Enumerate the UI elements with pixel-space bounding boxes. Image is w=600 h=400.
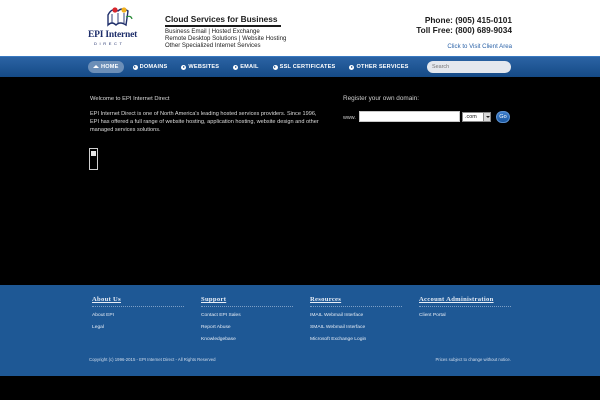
main-content: Welcome to EPI Internet Direct EPI Inter… bbox=[0, 78, 600, 285]
domain-search-input[interactable] bbox=[359, 111, 460, 122]
footer-col-account-admin: Account Administration Client Portal bbox=[419, 296, 511, 318]
welcome-title: Welcome to EPI Internet Direct bbox=[90, 96, 170, 102]
nav-item-label: EMAIL bbox=[240, 64, 259, 70]
logo-wordmark: EPI Internet bbox=[88, 30, 138, 40]
nav-item-home[interactable]: HOME bbox=[88, 61, 124, 73]
footer-heading[interactable]: Resources bbox=[310, 296, 402, 303]
arrow-circle-icon bbox=[233, 64, 239, 70]
header: EPI Internet DIRECT Cloud Services for B… bbox=[0, 0, 600, 56]
nav-item-domains[interactable]: DOMAINS bbox=[128, 61, 173, 73]
footer-col-support: Support Contact EPI Sales Report Abuse K… bbox=[201, 296, 293, 342]
tagline-line: Remote Desktop Solutions | Website Hosti… bbox=[165, 35, 287, 42]
client-area-link[interactable]: Click to Visit Client Area bbox=[447, 43, 512, 50]
nav-item-label: SSL CERTIFICATES bbox=[279, 64, 336, 70]
tagline-list: Business Email | Hosted Exchange Remote … bbox=[165, 28, 287, 49]
nav-item-email[interactable]: EMAIL bbox=[228, 61, 263, 73]
logo-people-icon bbox=[107, 7, 133, 27]
main-nav: HOME DOMAINS WEBSITES EMAIL SSL CERTIFIC… bbox=[0, 56, 600, 77]
domain-go-button[interactable]: Go bbox=[496, 111, 510, 123]
nav-item-label: DOMAINS bbox=[139, 64, 168, 70]
nav-item-label: WEBSITES bbox=[188, 64, 220, 70]
footer-col-about: About Us About EPI Legal bbox=[92, 296, 184, 330]
tagline-line: Business Email | Hosted Exchange bbox=[165, 28, 260, 35]
domain-prefix-label: www. bbox=[343, 115, 356, 121]
footer-link-legal[interactable]: Legal bbox=[92, 325, 184, 330]
logo-subtext: DIRECT bbox=[94, 41, 125, 46]
nav-item-websites[interactable]: WEBSITES bbox=[176, 61, 224, 73]
welcome-text: EPI Internet Direct is one of North Amer… bbox=[90, 111, 319, 133]
arrow-circle-icon bbox=[349, 64, 355, 70]
footer-divider bbox=[310, 306, 402, 307]
copyright-text: Copyright (c) 1996-2015 - EPI Internet D… bbox=[89, 357, 216, 362]
footer-heading[interactable]: Account Administration bbox=[419, 296, 511, 303]
footer-link-imail-webmail[interactable]: IMAIL Webmail Interface bbox=[310, 313, 402, 318]
footer-link-smail-webmail[interactable]: SMAIL Webmail Interface bbox=[310, 325, 402, 330]
footer-divider bbox=[92, 306, 184, 307]
footer-heading[interactable]: Support bbox=[201, 296, 293, 303]
toll-free-number: Toll Free: (800) 689-9034 bbox=[416, 24, 512, 35]
footer-heading[interactable]: About Us bbox=[92, 296, 184, 303]
chevron-down-icon bbox=[483, 113, 490, 121]
footer-col-resources: Resources IMAIL Webmail Interface SMAIL … bbox=[310, 296, 402, 342]
arrow-circle-icon bbox=[272, 64, 278, 70]
nav-item-other-services[interactable]: OTHER SERVICES bbox=[344, 61, 413, 73]
tld-selected-value: .com bbox=[465, 114, 477, 120]
slider-scroll-widget[interactable] bbox=[89, 148, 98, 170]
footer-divider bbox=[419, 306, 511, 307]
nav-items: HOME DOMAINS WEBSITES EMAIL SSL CERTIFIC… bbox=[88, 61, 418, 73]
price-notice: Prices subject to change without notice. bbox=[435, 357, 511, 362]
tagline-title: Cloud Services for Business bbox=[165, 14, 281, 27]
tagline-block: Cloud Services for Business Business Ema… bbox=[165, 14, 287, 49]
nav-item-label: HOME bbox=[101, 64, 119, 70]
footer-link-client-portal[interactable]: Client Portal bbox=[419, 313, 511, 318]
footer-link-knowledgebase[interactable]: Knowledgebase bbox=[201, 337, 293, 342]
home-icon bbox=[93, 64, 99, 68]
footer-link-report-abuse[interactable]: Report Abuse bbox=[201, 325, 293, 330]
footer-divider bbox=[201, 306, 293, 307]
arrow-circle-icon bbox=[132, 64, 138, 70]
tagline-line: Other Specialized Internet Services bbox=[165, 42, 261, 49]
nav-item-ssl-certificates[interactable]: SSL CERTIFICATES bbox=[268, 61, 341, 73]
nav-item-label: OTHER SERVICES bbox=[356, 64, 409, 70]
search-input[interactable] bbox=[427, 61, 511, 73]
epi-logo[interactable]: EPI Internet DIRECT bbox=[88, 5, 150, 49]
page-bottom bbox=[0, 376, 600, 400]
footer-link-contact-sales[interactable]: Contact EPI Sales bbox=[201, 313, 293, 318]
scroll-thumb[interactable] bbox=[91, 151, 96, 156]
tld-select[interactable]: .com bbox=[462, 112, 491, 122]
contact-block: Phone: (905) 415-0101 Toll Free: (800) 6… bbox=[416, 15, 512, 53]
footer: About Us About EPI Legal Support Contact… bbox=[0, 285, 600, 376]
arrow-circle-icon bbox=[181, 64, 187, 70]
register-domain-title: Register your own domain: bbox=[343, 95, 420, 102]
footer-link-about-epi[interactable]: About EPI bbox=[92, 313, 184, 318]
footer-link-exchange-login[interactable]: Microsoft Exchange Login bbox=[310, 337, 402, 342]
